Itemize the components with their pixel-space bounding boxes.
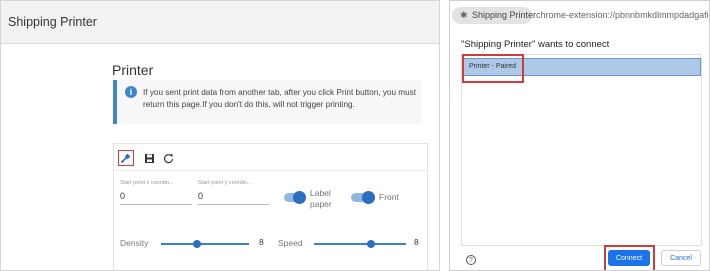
puzzle-icon: ✱ <box>460 10 468 20</box>
save-icon[interactable] <box>141 150 157 166</box>
start-y-field[interactable]: Start point y coordin... 0 <box>198 180 270 205</box>
label-paper-toggle[interactable] <box>284 191 306 204</box>
printer-settings-card: Start point x coordin... 0 Start point y… <box>113 143 428 270</box>
app-title: Shipping Printer <box>8 15 97 29</box>
usb-plug-icon[interactable] <box>118 150 134 166</box>
connect-highlight-annotation <box>604 245 655 270</box>
device-highlight-annotation <box>462 54 524 83</box>
start-x-input[interactable]: 0 <box>120 191 192 205</box>
shipping-printer-app: Shipping Printer Printer i If you sent p… <box>0 0 440 271</box>
dialog-title: "Shipping Printer" wants to connect <box>461 39 610 50</box>
screenshot-root: Shipping Printer Printer i If you sent p… <box>0 0 710 271</box>
speed-slider-handle[interactable] <box>367 240 375 248</box>
info-icon: i <box>125 86 137 98</box>
label-paper-text: Label paper <box>310 188 332 209</box>
density-label: Density <box>120 238 149 248</box>
speed-value: 8 <box>414 237 419 247</box>
front-text: Front <box>379 192 399 202</box>
app-header: Shipping Printer <box>1 1 439 44</box>
speed-label: Speed <box>278 238 303 248</box>
site-chip-label: Shipping Printer <box>472 10 537 20</box>
start-x-label: Start point x coordin... <box>120 180 174 186</box>
origin-url: chrome-extension://pbnnbmkdlmmpdadgafibd <box>536 10 710 20</box>
density-value: 8 <box>259 237 264 247</box>
printer-section-title: Printer <box>112 62 154 78</box>
refresh-icon[interactable] <box>160 150 176 166</box>
start-x-field[interactable]: Start point x coordin... 0 <box>120 180 192 205</box>
density-slider-track[interactable] <box>161 243 249 245</box>
start-y-input[interactable]: 0 <box>198 191 270 205</box>
toolbar-divider <box>114 170 427 171</box>
help-circle-icon[interactable]: ? <box>466 255 476 265</box>
start-y-label: Start point y coordin... <box>198 180 252 186</box>
front-toggle[interactable] <box>351 191 375 204</box>
speed-slider-track[interactable] <box>314 243 406 245</box>
density-slider-handle[interactable] <box>193 240 201 248</box>
cancel-button[interactable]: Cancel <box>661 250 701 266</box>
connect-dialog: ✱ Shipping Printer chrome-extension://pb… <box>449 0 710 271</box>
info-alert: i If you sent print data from another ta… <box>113 80 421 124</box>
site-chip: ✱ Shipping Printer <box>452 7 536 24</box>
info-message: If you sent print data from another tab,… <box>143 88 417 109</box>
